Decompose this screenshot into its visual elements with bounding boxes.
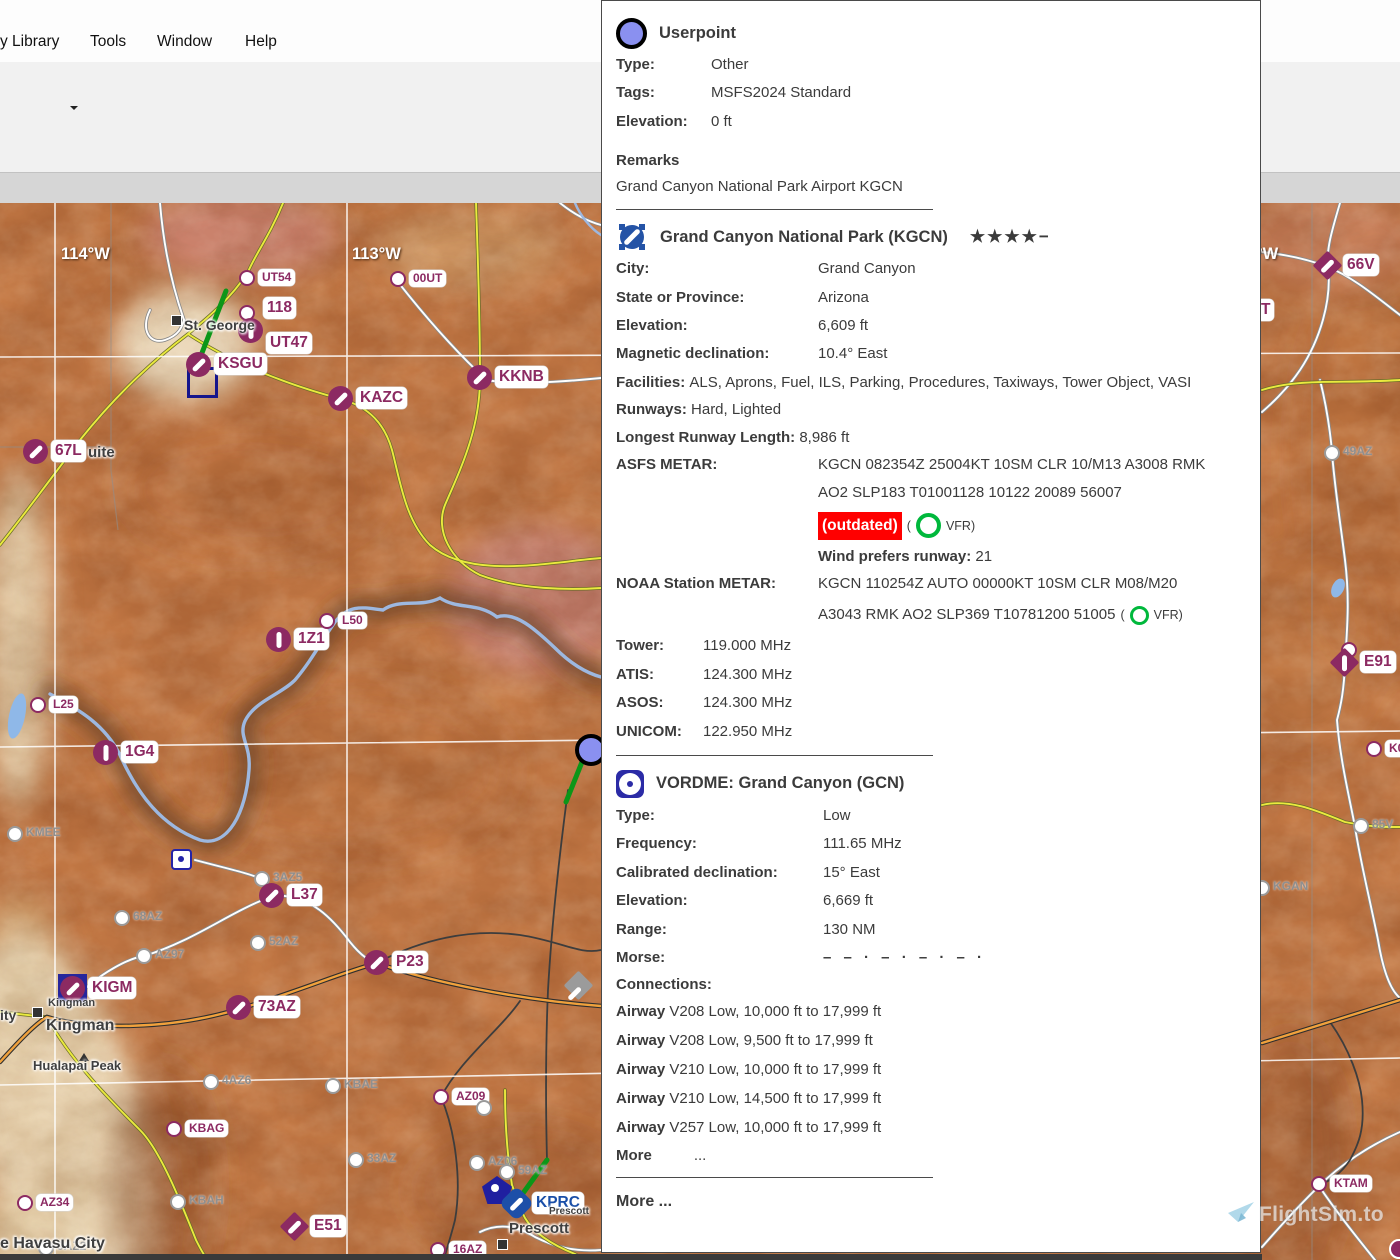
vor-row: Frequency: 111.65 MHz <box>616 835 902 853</box>
watermark: FlightSim.to <box>1226 1200 1384 1230</box>
menu-item-tools[interactable]: Tools <box>90 33 126 51</box>
frequency-row: ATIS: 124.300 MHz <box>616 665 793 683</box>
noaa-metar-line1: KGCN 110254Z AUTO 00000KT 10SM CLR M08/M… <box>818 574 1178 592</box>
menu-item-y-library[interactable]: y Library <box>0 33 59 51</box>
asfs-metar-label: ASFS METAR: <box>616 456 718 474</box>
vfr-label: VFR) <box>945 518 976 533</box>
vfr-indicator-icon <box>1129 605 1149 625</box>
vordme-icon <box>616 769 644 798</box>
metar-outdated-badge: (outdated) <box>818 511 902 541</box>
vor-row: Calibrated declination: 15° East <box>616 863 880 881</box>
wind-runway-value: 21 <box>975 547 993 565</box>
application-window: y LibraryToolsWindowHelp I ▲▼ ICAO RSTR … <box>0 0 1400 1260</box>
more-connections-link[interactable]: More <box>616 1142 652 1171</box>
bottom-edge-bar <box>0 1254 1262 1260</box>
paper-plane-icon <box>1228 1202 1254 1222</box>
vfr-indicator-icon <box>915 513 941 539</box>
airway-row[interactable]: Airway V210 Low, 14,500 ft to 17,999 ft <box>616 1085 1248 1114</box>
airport-title[interactable]: Grand Canyon National Park (KGCN) <box>660 228 948 247</box>
info-panel: Userpoint Type: Other Tags: MSFS2024 Standa… <box>601 0 1261 1253</box>
more-link[interactable]: More ... <box>616 1187 1248 1217</box>
vor-row: Morse: – – · – · – · – · <box>616 948 987 966</box>
watermark-text: FlightSim.to <box>1259 1203 1384 1226</box>
airport-row: City: Grand Canyon <box>616 260 916 278</box>
userpoint-title: Userpoint <box>659 23 737 42</box>
vfr-label: VFR) <box>1153 608 1183 623</box>
vor-row: Elevation: 6,669 ft <box>616 892 874 910</box>
frequency-row: UNICOM: 122.950 MHz <box>616 722 793 740</box>
asfs-metar-line2: AO2 SLP183 T01001128 10122 20089 56007 <box>818 484 1122 502</box>
airway-row[interactable]: Airway V208 Low, 10,000 ft to 17,999 ft <box>616 998 1248 1027</box>
airway-row[interactable]: Airway V210 Low, 10,000 ft to 17,999 ft <box>616 1056 1248 1085</box>
airport-row: State or Province: Arizona <box>616 288 869 306</box>
airport-inline-row: Facilities: ALS, Aprons, Fuel, ILS, Park… <box>616 373 1192 391</box>
airport-rating: ★★★★− <box>969 227 1051 247</box>
noaa-metar-line2: A3043 RMK AO2 SLP369 T10781200 51005 <box>818 606 1116 624</box>
menu-item-help[interactable]: Help <box>245 33 277 51</box>
vor-row: Type: Low <box>616 806 851 824</box>
airport-inline-row: Longest Runway Length: 8,986 ft <box>616 428 850 446</box>
userpoint-row: Type: Other <box>616 56 749 73</box>
userpoint-row: Elevation: 0 ft <box>616 112 732 130</box>
airway-row[interactable]: Airway V257 Low, 10,000 ft to 17,999 ft <box>616 1114 1248 1143</box>
airport-inline-row: Runways: Hard, Lighted <box>616 401 782 419</box>
userpoint-icon <box>616 17 647 49</box>
airport-icon <box>616 221 648 253</box>
frequency-row: ASOS: 124.300 MHz <box>616 694 793 712</box>
userpoint-row: Tags: MSFS2024 Standard <box>616 84 852 102</box>
noaa-metar-label: NOAA Station METAR: <box>616 574 776 592</box>
globe-dropdown-arrow[interactable] <box>70 106 78 114</box>
airport-row: Elevation: 6,609 ft <box>616 317 869 335</box>
remarks-heading: Remarks <box>616 152 680 170</box>
airway-row[interactable]: Airway V208 Low, 9,500 ft to 17,999 ft <box>616 1027 1248 1056</box>
asfs-metar-line1: KGCN 082354Z 25004KT 10SM CLR 10/M13 A30… <box>818 456 1206 474</box>
airport-row: Magnetic declination: 10.4° East <box>616 345 888 363</box>
vor-title[interactable]: VORDME: Grand Canyon (GCN) <box>656 774 904 793</box>
connections-heading: Connections: <box>616 976 712 994</box>
frequency-row: Tower: 119.000 MHz <box>616 637 792 655</box>
menu-item-window[interactable]: Window <box>157 33 212 51</box>
wind-runway-label: Wind prefers runway: <box>818 547 972 565</box>
remarks-text: Grand Canyon National Park Airport KGCN <box>616 178 903 196</box>
vor-row: Range: 130 NM <box>616 920 876 938</box>
